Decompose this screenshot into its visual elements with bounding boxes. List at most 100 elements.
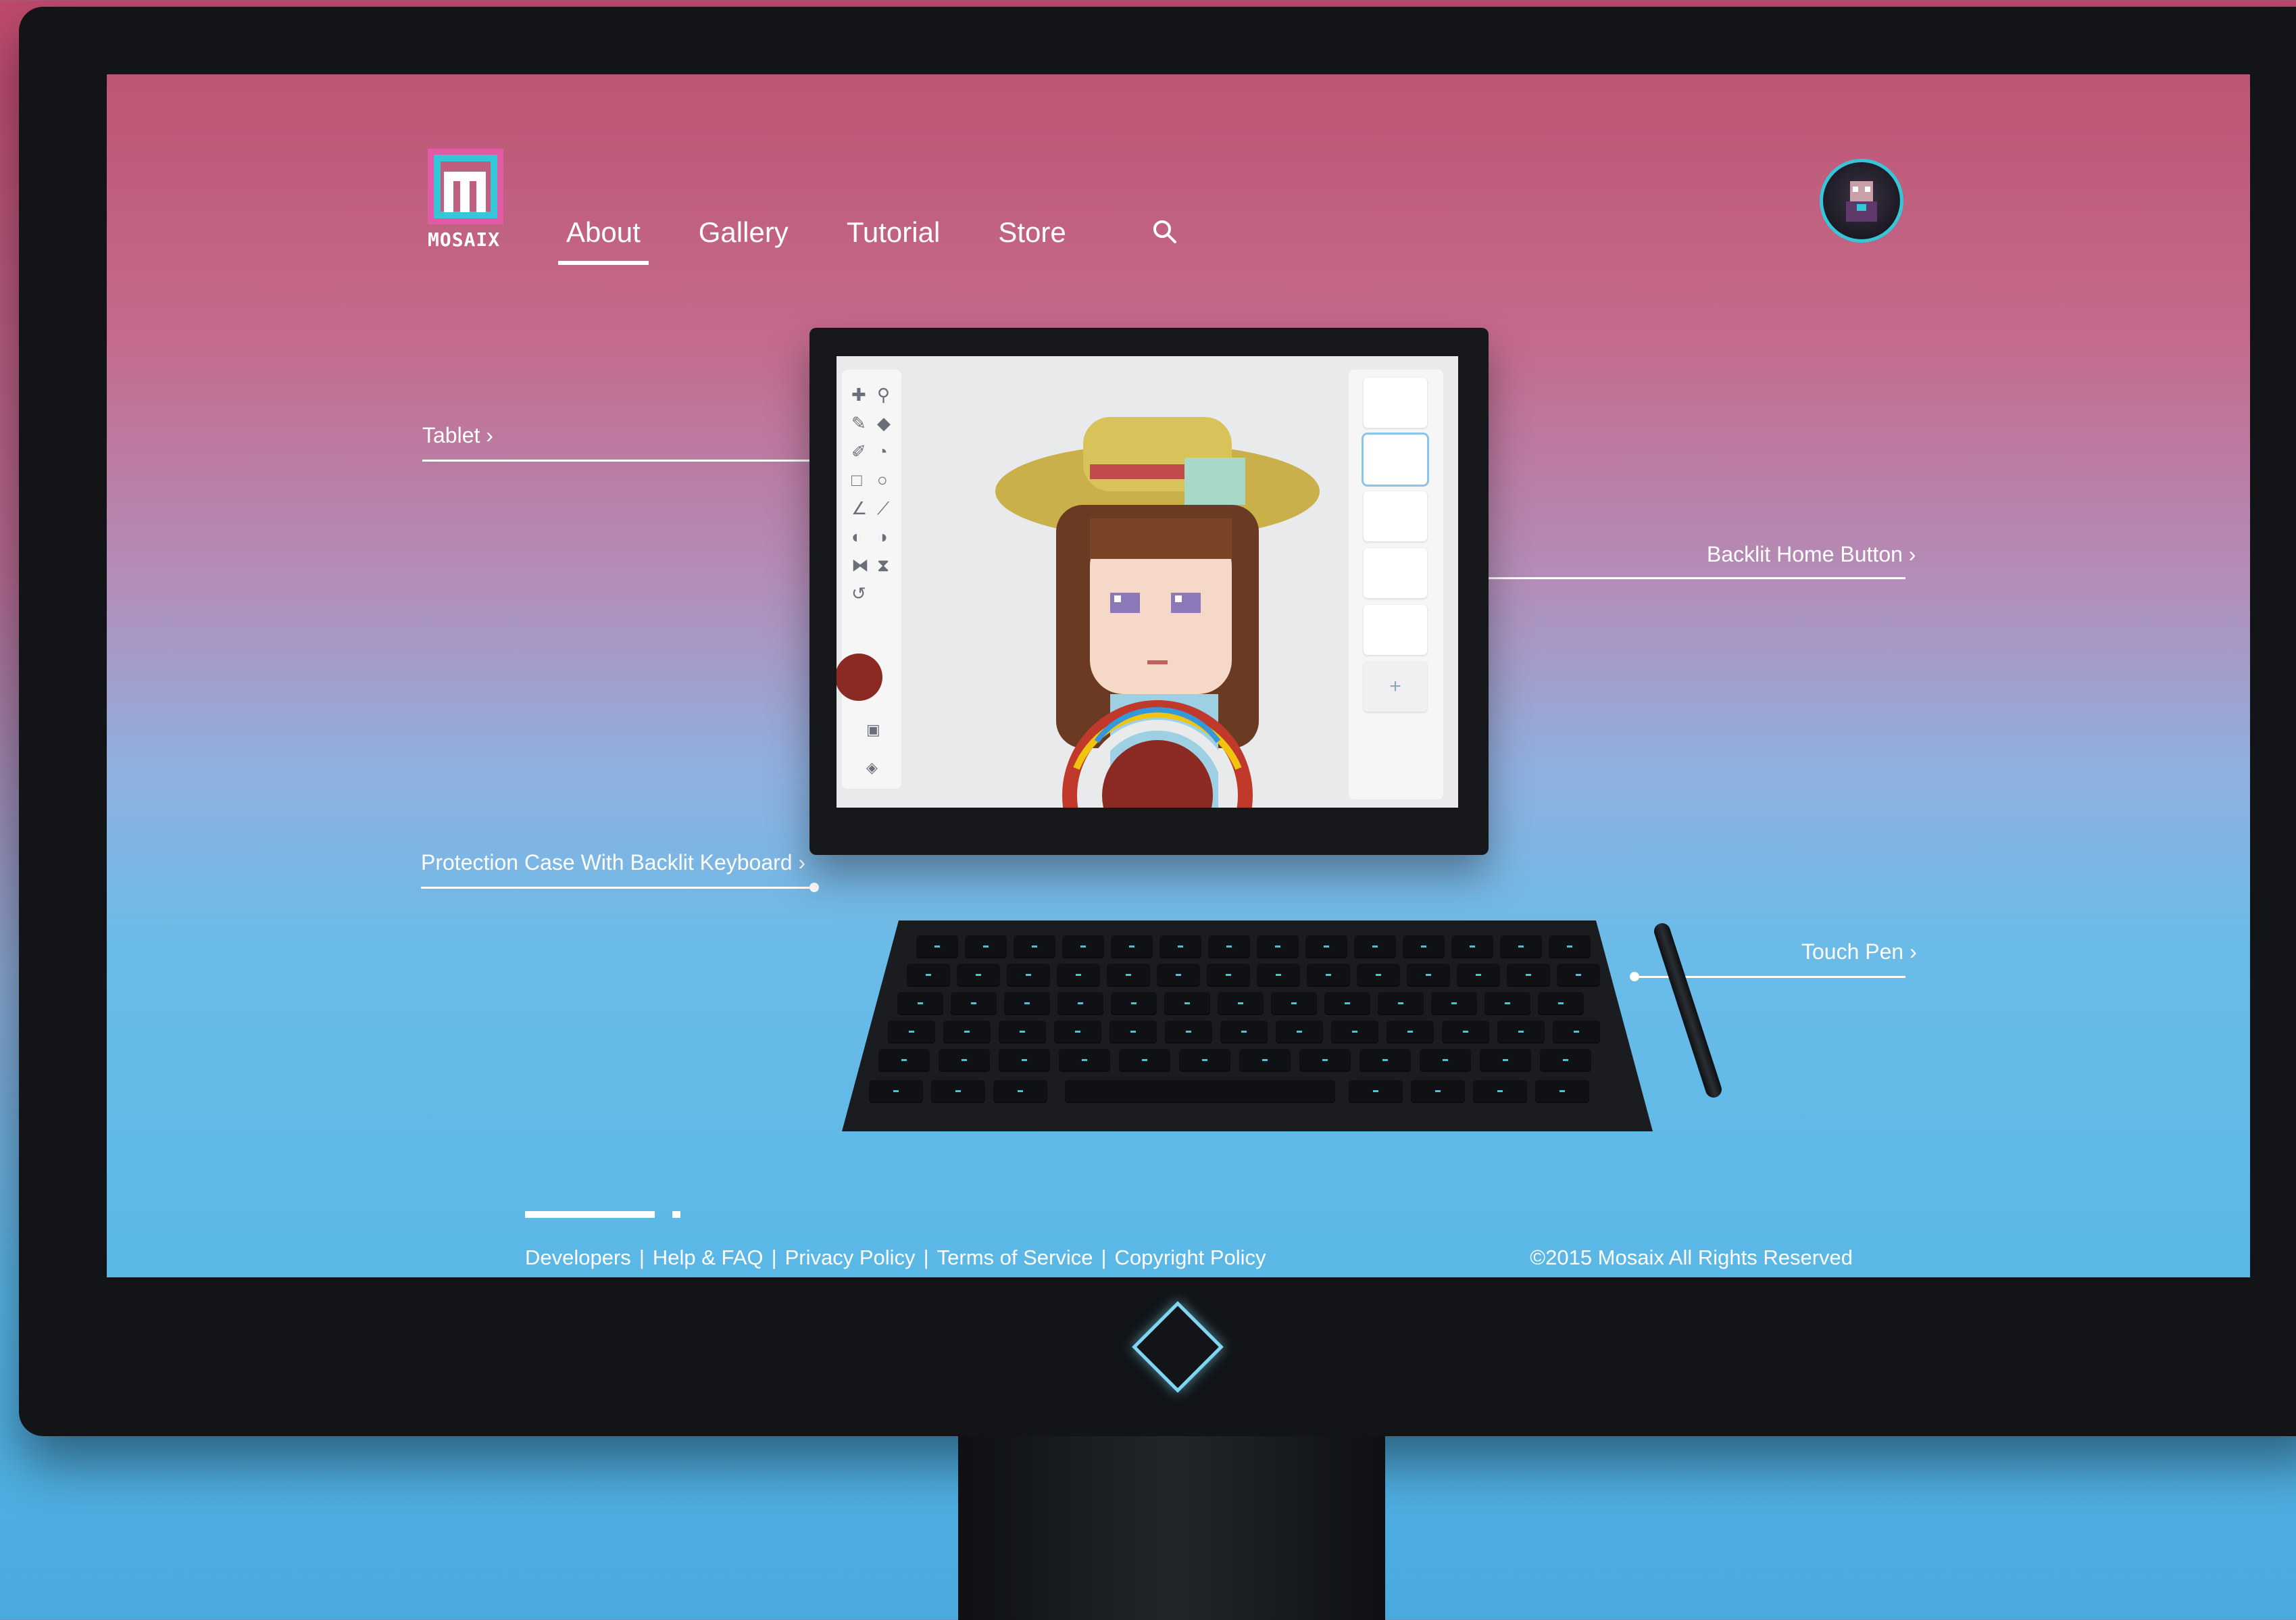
- keyboard-key[interactable]: [1431, 992, 1477, 1015]
- keyboard-key[interactable]: [897, 992, 943, 1015]
- keyboard-key[interactable]: [1004, 992, 1050, 1015]
- keyboard-key[interactable]: [957, 964, 1000, 987]
- keyboard-key[interactable]: [965, 935, 1007, 958]
- keyboard-key[interactable]: [1257, 935, 1299, 958]
- footer-link-copyright-policy[interactable]: Copyright Policy: [1115, 1246, 1266, 1270]
- keyboard-key[interactable]: [916, 935, 958, 958]
- keyboard-key[interactable]: [1057, 964, 1100, 987]
- brush-tool-icon[interactable]: ✐: [851, 441, 866, 462]
- nav-item-store[interactable]: Store: [998, 216, 1066, 249]
- keyboard-key[interactable]: [939, 1049, 990, 1072]
- keyboard-key[interactable]: [1407, 964, 1450, 987]
- keyboard-key[interactable]: [878, 1049, 930, 1072]
- keyboard-key[interactable]: [1271, 992, 1317, 1015]
- keyboard-key[interactable]: [1442, 1021, 1489, 1044]
- keyboard-key[interactable]: [1299, 1049, 1351, 1072]
- add-layer-button[interactable]: +: [1364, 662, 1427, 712]
- angle-tool-icon[interactable]: ⟋: [877, 498, 889, 520]
- keyboard-key[interactable]: [1220, 1021, 1268, 1044]
- callout-home-button-label[interactable]: Backlit Home Button ›: [1707, 542, 1916, 567]
- callout-tablet-label[interactable]: Tablet ›: [422, 423, 493, 448]
- keyboard-key[interactable]: [1497, 1021, 1545, 1044]
- search-icon[interactable]: [1151, 218, 1178, 245]
- palette-icon[interactable]: ◈: [866, 759, 878, 777]
- layer-settings-icon[interactable]: ▣: [866, 721, 880, 739]
- keyboard-key[interactable]: [1500, 935, 1542, 958]
- keyboard-key[interactable]: [1357, 964, 1400, 987]
- layer-thumb[interactable]: [1364, 378, 1427, 428]
- layer-thumb-selected[interactable]: [1362, 433, 1429, 487]
- keyboard-key[interactable]: [1119, 1049, 1170, 1072]
- keyboard-key[interactable]: [1387, 1021, 1434, 1044]
- keyboard-key[interactable]: [1403, 935, 1445, 958]
- line-tool-icon[interactable]: ∠: [851, 498, 867, 519]
- keyboard-key[interactable]: [1257, 964, 1300, 987]
- keyboard-key[interactable]: [999, 1021, 1046, 1044]
- keyboard-key[interactable]: [1553, 1021, 1600, 1044]
- fill-tool-icon[interactable]: ◔: [877, 441, 888, 462]
- keyboard-key[interactable]: [1507, 964, 1550, 987]
- keyboard-key[interactable]: [1411, 1080, 1465, 1103]
- keyboard-key[interactable]: [1014, 935, 1055, 958]
- keyboard-key[interactable]: [869, 1080, 923, 1103]
- keyboard-key[interactable]: [951, 992, 997, 1015]
- keyboard-key[interactable]: [1549, 935, 1591, 958]
- keyboard-key[interactable]: [1218, 992, 1264, 1015]
- keyboard-key[interactable]: [1111, 935, 1153, 958]
- layer-thumb[interactable]: [1364, 548, 1427, 598]
- keyboard-key[interactable]: [1057, 992, 1103, 1015]
- eraser-tool-icon[interactable]: ◆: [877, 413, 891, 434]
- slide-indicator[interactable]: [672, 1211, 680, 1218]
- mosaix-logo[interactable]: MOSAIX: [428, 149, 509, 251]
- keyboard-key[interactable]: [1538, 992, 1584, 1015]
- footer-link-help-faq[interactable]: Help & FAQ: [653, 1246, 764, 1270]
- keyboard-key[interactable]: [1420, 1049, 1471, 1072]
- footer-link-privacy-policy[interactable]: Privacy Policy: [785, 1246, 916, 1270]
- keyboard-key[interactable]: [1207, 964, 1250, 987]
- keyboard-key[interactable]: [1165, 1021, 1212, 1044]
- keyboard-spacebar[interactable]: [1065, 1080, 1335, 1103]
- keyboard-key[interactable]: [1059, 1049, 1110, 1072]
- keyboard-key[interactable]: [1354, 935, 1396, 958]
- keyboard-key[interactable]: [1535, 1080, 1589, 1103]
- keyboard-key[interactable]: [1109, 1021, 1157, 1044]
- keyboard-key[interactable]: [1557, 964, 1600, 987]
- keyboard-key[interactable]: [1349, 1080, 1403, 1103]
- mirror-vertical-icon[interactable]: ⧗: [877, 555, 889, 576]
- keyboard-key[interactable]: [1457, 964, 1500, 987]
- zoom-tool-icon[interactable]: ⚲: [877, 385, 890, 406]
- ellipse-tool-icon[interactable]: ○: [877, 470, 888, 491]
- keyboard-key[interactable]: [1480, 1049, 1531, 1072]
- footer-link-terms-of-service[interactable]: Terms of Service: [937, 1246, 1093, 1270]
- slide-indicator-active[interactable]: [525, 1211, 655, 1218]
- rotate-tool-icon[interactable]: ↺: [851, 583, 866, 604]
- keyboard-key[interactable]: [931, 1080, 985, 1103]
- keyboard-key[interactable]: [1107, 964, 1150, 987]
- keyboard-key[interactable]: [1208, 935, 1250, 958]
- keyboard-key[interactable]: [1305, 935, 1347, 958]
- callout-pen-label[interactable]: Touch Pen ›: [1801, 939, 1917, 964]
- rectangle-tool-icon[interactable]: □: [851, 470, 862, 491]
- dither-tool-icon[interactable]: ◐: [851, 526, 862, 547]
- nav-item-about[interactable]: About: [558, 216, 649, 265]
- footer-link-developers[interactable]: Developers: [525, 1246, 631, 1270]
- keyboard-key[interactable]: [1331, 1021, 1378, 1044]
- keyboard-key[interactable]: [1378, 992, 1424, 1015]
- keyboard-key[interactable]: [1276, 1021, 1323, 1044]
- keyboard-key[interactable]: [1484, 992, 1530, 1015]
- keyboard-key[interactable]: [907, 964, 950, 987]
- mirror-horizontal-icon[interactable]: ⧓: [851, 555, 869, 576]
- shade-tool-icon[interactable]: ◑: [877, 526, 888, 547]
- layer-thumb[interactable]: [1364, 491, 1427, 541]
- keyboard-key[interactable]: [1179, 1049, 1230, 1072]
- keyboard-key[interactable]: [1307, 964, 1350, 987]
- keyboard-key[interactable]: [1159, 935, 1201, 958]
- keyboard-key[interactable]: [993, 1080, 1047, 1103]
- keyboard-key[interactable]: [1007, 964, 1050, 987]
- keyboard-key[interactable]: [1324, 992, 1370, 1015]
- keyboard-key[interactable]: [1054, 1021, 1101, 1044]
- keyboard-key[interactable]: [1157, 964, 1200, 987]
- keyboard-key[interactable]: [943, 1021, 991, 1044]
- nav-item-gallery[interactable]: Gallery: [699, 216, 789, 249]
- keyboard-key[interactable]: [1111, 992, 1157, 1015]
